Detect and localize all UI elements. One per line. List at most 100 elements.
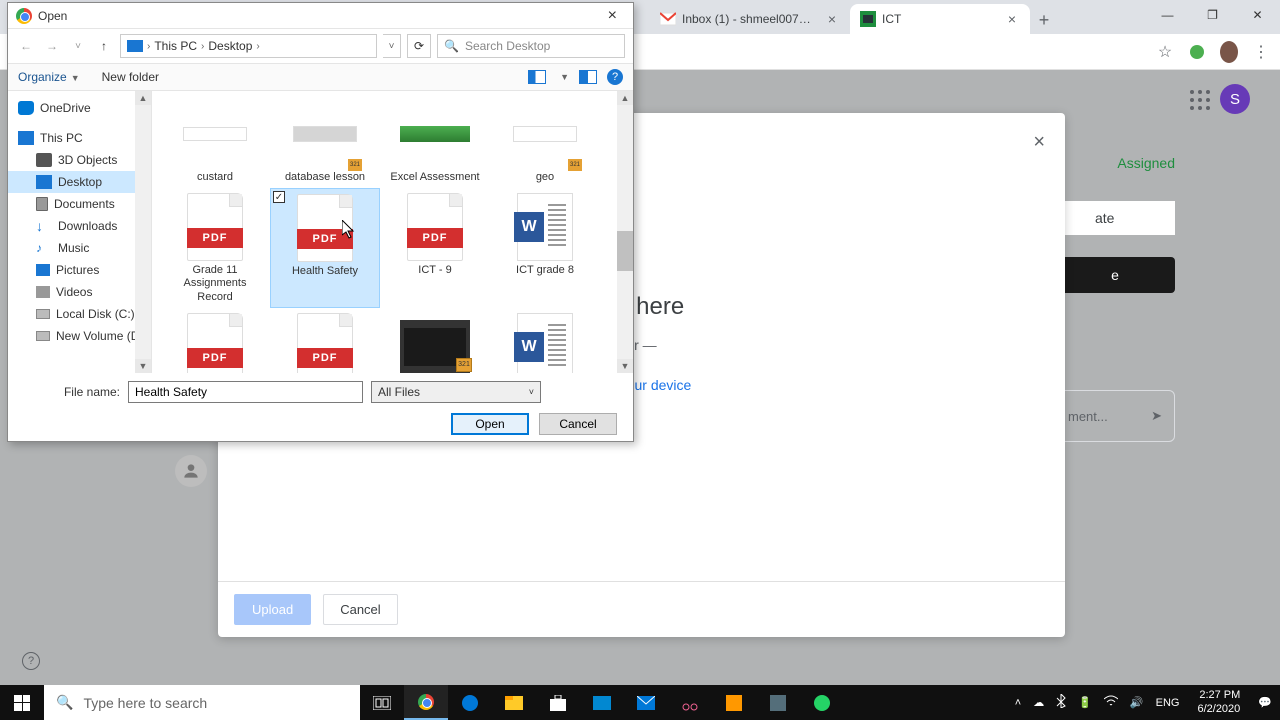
tree-documents[interactable]: Documents [8,193,151,215]
send-icon[interactable]: ➤ [1151,408,1162,424]
scroll-down-icon[interactable]: ▼ [617,359,633,373]
tree-volume-d[interactable]: New Volume (D: [8,325,151,347]
taskbar-store[interactable] [536,685,580,720]
scrollbar[interactable]: ▲▼ [135,91,151,373]
tree-3d-objects[interactable]: 3D Objects [8,149,151,171]
help-icon[interactable]: ? [607,69,623,85]
account-avatar[interactable]: S [1220,84,1250,114]
filename-input[interactable] [128,381,363,403]
start-button[interactable] [0,685,44,720]
cancel-button[interactable]: Cancel [539,413,617,435]
search-icon: 🔍 [56,694,73,711]
menu-icon[interactable]: ⋮ [1252,43,1270,61]
breadcrumb[interactable]: › This PC › Desktop › [120,34,377,58]
tray-onedrive-icon[interactable]: ☁ [1033,696,1044,709]
file-item-dblesson[interactable]: 321 database lesson [270,95,380,188]
profile-avatar[interactable] [1220,43,1238,61]
recent-icon[interactable]: ˅ [68,36,88,56]
comment-input[interactable]: ment... ➤ [1055,390,1175,442]
back-icon[interactable]: ← [16,36,36,56]
close-icon[interactable]: × [824,11,840,27]
taskbar-app[interactable] [580,685,624,720]
preview-icon[interactable] [579,70,597,84]
taskbar-whatsapp[interactable] [800,685,844,720]
word-icon: W [517,313,573,373]
star-icon[interactable]: ☆ [1156,43,1174,61]
new-tab-button[interactable]: + [1030,6,1058,34]
taskbar-mail[interactable] [624,685,668,720]
scroll-thumb[interactable] [617,231,633,271]
crumb-pc[interactable]: This PC [154,39,197,53]
tree-music[interactable]: ♪Music [8,237,151,259]
crumb-dropdown[interactable]: ˅ [383,34,401,58]
tree-thispc[interactable]: This PC [8,127,151,149]
refresh-icon[interactable]: ⟳ [407,34,431,58]
file-item-ict9[interactable]: PDF ICT - 9 [380,188,490,308]
tree-desktop[interactable]: Desktop [8,171,151,193]
tree-downloads[interactable]: ↓Downloads [8,215,151,237]
tree-videos[interactable]: Videos [8,281,151,303]
file-item-health-safety[interactable]: ✓ PDF Health Safety [270,188,380,308]
scroll-up-icon[interactable]: ▲ [135,91,151,105]
file-item-grade11[interactable]: PDF Grade 11 Assignments Record [160,188,270,308]
extension-icon[interactable] [1188,43,1206,61]
tree-local-c[interactable]: Local Disk (C:) [8,303,151,325]
checkbox-icon[interactable]: ✓ [273,191,285,203]
tray-chevron-icon[interactable]: ˄ [1015,697,1021,709]
maximize-icon[interactable]: ❐ [1190,0,1235,30]
tray-wifi-icon[interactable] [1104,695,1118,710]
file-item[interactable]: 321 [380,308,490,373]
taskbar-search[interactable]: 🔍 Type here to search [44,685,360,720]
close-icon[interactable]: ✕ [1235,0,1280,30]
taskbar-app2[interactable] [756,685,800,720]
tray-battery-icon[interactable]: 🔋 [1078,696,1092,709]
crumb-desktop[interactable]: Desktop [208,39,252,53]
file-item-custard[interactable]: custard [160,95,270,188]
taskbar-explorer[interactable] [492,685,536,720]
help-icon[interactable]: ? [22,652,40,670]
close-icon[interactable]: × [1004,11,1020,27]
cancel-button[interactable]: Cancel [323,594,397,625]
file-item-ictg8[interactable]: W ICT grade 8 [490,188,600,308]
taskbar-chrome[interactable] [404,685,448,720]
view-icon[interactable] [528,70,546,84]
close-icon[interactable]: × [600,7,625,25]
browser-tab-gmail[interactable]: Inbox (1) - shmeel007@gmail... × [650,4,850,34]
scrollbar[interactable]: ▲ ▼ [617,91,633,373]
apps-grid-icon[interactable] [1190,90,1210,110]
scroll-down-icon[interactable]: ▼ [135,359,151,373]
tray-bluetooth-icon[interactable] [1056,694,1066,711]
tree-pictures[interactable]: Pictures [8,259,151,281]
search-input[interactable]: 🔍 Search Desktop [437,34,625,58]
close-icon[interactable]: × [1033,131,1045,154]
notifications-icon[interactable]: 💬 [1258,696,1272,709]
task-view-icon[interactable] [360,685,404,720]
file-item-excel[interactable]: Excel Assessment [380,95,490,188]
tray-volume-icon[interactable]: 🔊 [1130,696,1144,709]
scroll-up-icon[interactable]: ▲ [617,91,633,105]
browser-tab-ict[interactable]: ICT × [850,4,1030,34]
file-item-geo[interactable]: 321 geo [490,95,600,188]
up-icon[interactable]: ↑ [94,36,114,56]
create-button[interactable]: ate [1055,201,1175,235]
objects3d-icon [36,153,52,167]
new-folder-button[interactable]: New folder [102,70,159,84]
window-controls: — ❐ ✕ [1145,0,1280,30]
file-item[interactable]: PDF [270,308,380,373]
file-item[interactable]: W [490,308,600,373]
file-thumb: 321 [293,126,357,142]
taskbar-snip[interactable] [668,685,712,720]
minimize-icon[interactable]: — [1145,0,1190,30]
organize-menu[interactable]: Organize▼ [18,70,80,84]
file-type-filter[interactable]: All Files˅ [371,381,541,403]
tray-clock[interactable]: 2:27 PM 6/2/2020 [1191,689,1246,715]
taskbar-edge[interactable] [448,685,492,720]
mark-done-button[interactable]: e [1055,257,1175,293]
view-dropdown[interactable]: ▼ [560,72,569,82]
file-item[interactable]: PDF [160,308,270,373]
open-button[interactable]: Open [451,413,529,435]
upload-button[interactable]: Upload [234,594,311,625]
tree-onedrive[interactable]: OneDrive [8,97,151,119]
taskbar-sublime[interactable] [712,685,756,720]
tray-lang[interactable]: ENG [1156,697,1180,709]
